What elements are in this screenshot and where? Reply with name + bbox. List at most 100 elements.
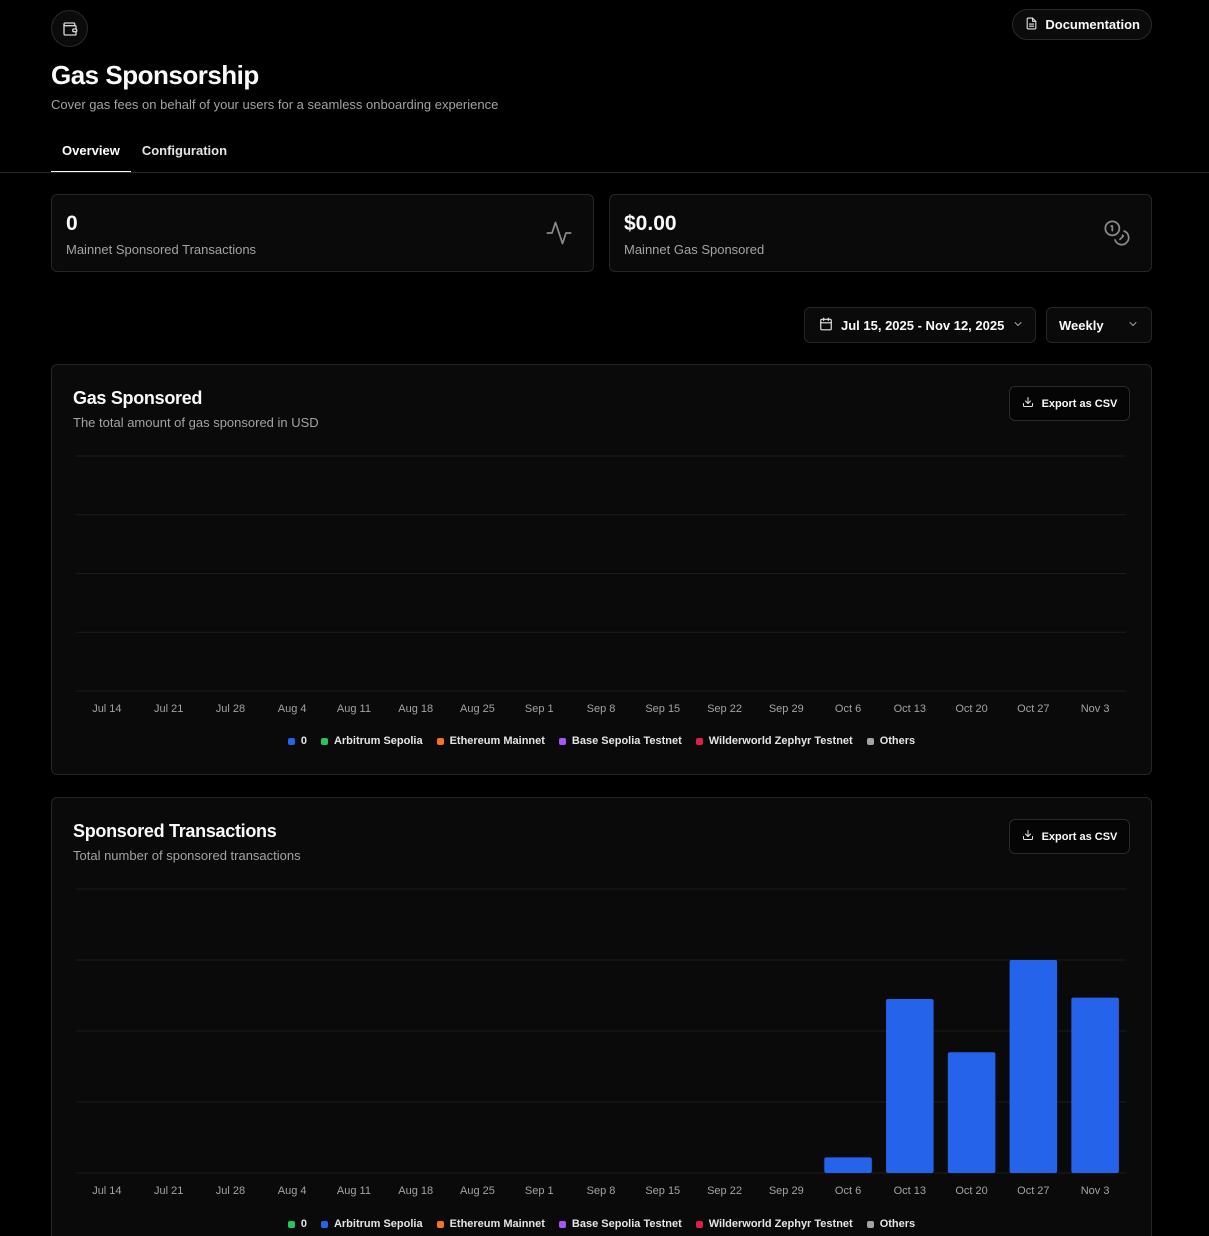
date-range-picker[interactable]: Jul 15, 2025 - Nov 12, 2025	[804, 307, 1036, 343]
x-tick-label: Aug 18	[398, 1185, 433, 1197]
chart-legend: 0 Arbitrum Sepolia Ethereum Mainnet Base Se…	[52, 1218, 1151, 1230]
x-tick-label: Sep 15	[645, 703, 680, 715]
page-title: Gas Sponsorship	[51, 60, 259, 90]
legend-item[interactable]: Wilderworld Zephyr Testnet	[695, 735, 853, 747]
stat-card-mainnet-transactions: 0 Mainnet Sponsored Transactions	[51, 194, 594, 272]
sponsored-transactions-card: Sponsored Transactions Total number of s…	[51, 797, 1152, 1236]
x-tick-label: Oct 6	[835, 703, 861, 715]
chevron-down-icon	[1127, 318, 1139, 333]
legend-label: Wilderworld Zephyr Testnet	[708, 1218, 853, 1230]
x-tick-label: Jul 28	[216, 1185, 245, 1197]
activity-icon	[545, 219, 573, 252]
chevron-down-icon	[1012, 318, 1024, 333]
legend-item[interactable]: 0	[287, 1218, 307, 1230]
x-tick-label: Oct 20	[955, 1185, 987, 1197]
x-tick-label: Oct 13	[894, 703, 926, 715]
legend-item[interactable]: Ethereum Mainnet	[436, 1218, 545, 1230]
x-tick-label: Aug 11	[337, 1185, 371, 1197]
x-tick-label: Oct 13	[894, 1185, 926, 1197]
legend-item[interactable]: Ethereum Mainnet	[436, 735, 545, 747]
x-tick-label: Jul 21	[154, 703, 183, 715]
legend-swatch	[695, 1220, 703, 1228]
legend-item[interactable]: Base Sepolia Testnet	[558, 1218, 682, 1230]
legend-swatch	[320, 737, 328, 745]
coins-icon	[1103, 219, 1131, 252]
legend-label: Ethereum Mainnet	[449, 1218, 545, 1230]
legend-label: 0	[300, 1218, 307, 1230]
x-tick-label: Sep 1	[525, 1185, 554, 1197]
legend-swatch	[695, 737, 703, 745]
legend-swatch	[436, 737, 444, 745]
legend-swatch	[287, 737, 295, 745]
interval-select[interactable]: Weekly	[1046, 307, 1152, 343]
legend-item[interactable]: Others	[866, 735, 916, 747]
legend-label: Ethereum Mainnet	[449, 735, 545, 747]
x-tick-label: Sep 22	[707, 1185, 742, 1197]
stat-label: Mainnet Sponsored Transactions	[66, 242, 257, 257]
stat-label: Mainnet Gas Sponsored	[624, 242, 765, 257]
x-tick-label: Aug 25	[460, 1185, 495, 1197]
x-tick-label: Sep 29	[769, 1185, 804, 1197]
x-tick-label: Aug 11	[337, 703, 371, 715]
x-tick-label: Sep 15	[645, 1185, 680, 1197]
sponsored-transactions-chart: Jul 14 Jul 21 Jul 28 Aug 4 Aug 11 Aug 18 Aug 2…	[76, 888, 1126, 1197]
x-tick-label: Oct 27	[1017, 1185, 1049, 1197]
x-tick-label: Nov 3	[1081, 703, 1110, 715]
legend-swatch	[320, 1220, 328, 1228]
tab-overview[interactable]: Overview	[51, 134, 131, 173]
documentation-label: Documentation	[1045, 17, 1140, 32]
legend-label: 0	[300, 735, 307, 747]
legend-swatch	[436, 1220, 444, 1228]
legend-label: Others	[879, 1218, 916, 1230]
x-tick-label: Oct 27	[1017, 703, 1049, 715]
legend-item[interactable]: Arbitrum Sepolia	[320, 735, 423, 747]
page-subtitle: Cover gas fees on behalf of your users f…	[51, 97, 499, 112]
calendar-icon	[819, 317, 833, 334]
stat-value: $0.00	[624, 212, 677, 235]
stat-card-mainnet-gas: $0.00 Mainnet Gas Sponsored	[609, 194, 1152, 272]
legend-label: Base Sepolia Testnet	[571, 735, 682, 747]
legend-label: Wilderworld Zephyr Testnet	[708, 735, 853, 747]
bar[interactable]	[824, 1157, 872, 1173]
tab-configuration[interactable]: Configuration	[131, 134, 238, 173]
legend-swatch	[558, 1220, 566, 1228]
gas-sponsored-card: Gas Sponsored The total amount of gas sp…	[51, 364, 1152, 775]
x-tick-label: Jul 14	[92, 1185, 121, 1197]
x-tick-label: Aug 25	[460, 703, 495, 715]
bar[interactable]	[1009, 960, 1058, 1173]
bar[interactable]	[1071, 997, 1119, 1173]
legend-item[interactable]: Wilderworld Zephyr Testnet	[695, 1218, 853, 1230]
x-tick-label: Sep 8	[587, 703, 616, 715]
legend-item[interactable]: 0	[287, 735, 307, 747]
interval-label: Weekly	[1059, 317, 1104, 333]
tabs-divider	[0, 172, 1209, 173]
document-icon	[1025, 17, 1038, 33]
legend-label: Base Sepolia Testnet	[571, 1218, 682, 1230]
legend-swatch	[558, 737, 566, 745]
date-range-label: Jul 15, 2025 - Nov 12, 2025	[841, 317, 1005, 333]
tab-bar: Overview Configuration	[51, 134, 238, 173]
x-tick-label: Nov 3	[1081, 1185, 1110, 1197]
gas-sponsored-chart: Jul 14 Jul 21 Jul 28 Aug 4 Aug 11 Aug 18 Aug 2…	[76, 455, 1126, 715]
legend-item[interactable]: Base Sepolia Testnet	[558, 735, 682, 747]
bar[interactable]	[947, 1052, 996, 1173]
x-tick-label: Sep 22	[707, 703, 742, 715]
x-tick-label: Jul 28	[216, 703, 245, 715]
legend-item[interactable]: Arbitrum Sepolia	[320, 1218, 423, 1230]
legend-swatch	[287, 1220, 295, 1228]
legend-label: Others	[879, 735, 916, 747]
wallet-icon	[51, 10, 88, 47]
chart-legend: 0 Arbitrum Sepolia Ethereum Mainnet Base Se…	[52, 735, 1151, 747]
bar[interactable]	[886, 999, 934, 1173]
x-tick-label: Jul 14	[92, 703, 121, 715]
legend-item[interactable]: Others	[866, 1218, 916, 1230]
x-tick-label: Aug 18	[398, 703, 433, 715]
legend-swatch	[866, 1220, 874, 1228]
x-tick-label: Aug 4	[278, 1185, 307, 1197]
x-tick-label: Sep 8	[587, 1185, 616, 1197]
documentation-button[interactable]: Documentation	[1012, 9, 1152, 40]
x-tick-label: Sep 1	[525, 703, 554, 715]
x-tick-label: Sep 29	[769, 703, 804, 715]
stat-value: 0	[66, 212, 78, 235]
legend-swatch	[866, 737, 874, 745]
